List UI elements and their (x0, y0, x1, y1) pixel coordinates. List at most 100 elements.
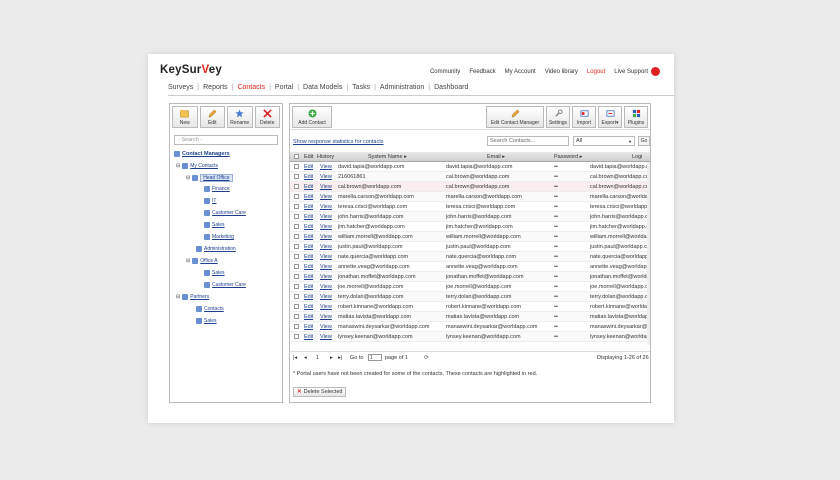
table-row[interactable]: Edit View robert.kinnane@worldapp.com rober… (290, 302, 650, 312)
row-view-link[interactable]: View (320, 214, 332, 220)
row-checkbox[interactable] (294, 174, 299, 179)
row-view-link[interactable]: View (320, 204, 332, 210)
row-view-link[interactable]: View (320, 304, 332, 310)
table-row[interactable]: Edit View lynsey.keenan@worldapp.com lynsey… (290, 332, 650, 342)
row-edit-link[interactable]: Edit (304, 174, 313, 180)
row-edit-link[interactable]: Edit (304, 324, 313, 330)
row-view-link[interactable]: View (320, 264, 332, 270)
keysurvey-logo[interactable]: KeySurVey (160, 64, 222, 76)
my-account-link[interactable]: My Account (505, 69, 536, 75)
row-checkbox[interactable] (294, 224, 299, 229)
tree-node-office-a-sales[interactable]: Sales (204, 270, 225, 276)
tree-node-my-contacts[interactable]: ⊟ My Contacts (176, 163, 218, 169)
select-all-checkbox[interactable] (294, 154, 299, 159)
nav-tasks[interactable]: Tasks (352, 84, 370, 91)
row-checkbox[interactable] (294, 284, 299, 289)
row-view-link[interactable]: View (320, 314, 332, 320)
nav-reports[interactable]: Reports (203, 84, 228, 91)
contacts-filter-select[interactable]: All ▼ (573, 136, 635, 146)
new-button[interactable]: New (172, 106, 198, 128)
row-checkbox[interactable] (294, 194, 299, 199)
tree-node-sales[interactable]: Sales (204, 222, 225, 228)
table-row[interactable]: Edit View justin.paul@worldapp.com justin.p… (290, 242, 650, 252)
row-checkbox[interactable] (294, 244, 299, 249)
row-checkbox[interactable] (294, 294, 299, 299)
edit-contact-manager-button[interactable]: Edit Contact Manager (486, 106, 544, 128)
nav-administration[interactable]: Administration (380, 84, 424, 91)
row-edit-link[interactable]: Edit (304, 314, 313, 320)
row-edit-link[interactable]: Edit (304, 204, 313, 210)
tree-node-office-a[interactable]: ⊟ Office A (186, 258, 218, 264)
row-checkbox[interactable] (294, 264, 299, 269)
row-edit-link[interactable]: Edit (304, 244, 313, 250)
tree-node-administration[interactable]: Administration (196, 246, 236, 252)
prev-page-icon[interactable]: ◂ (304, 355, 307, 361)
search-contacts-input[interactable]: Search Contacts... (487, 136, 569, 146)
tree-node-marketing[interactable]: Marketing (204, 234, 234, 240)
settings-button[interactable]: Settings (546, 106, 570, 128)
row-edit-link[interactable]: Edit (304, 294, 313, 300)
nav-contacts[interactable]: Contacts (237, 84, 265, 91)
tree-node-customer-care[interactable]: Customer Care (204, 210, 246, 216)
first-page-icon[interactable]: |◂ (293, 355, 297, 361)
delete-selected-button[interactable]: ✕ Delete Selected (293, 387, 347, 397)
table-row[interactable]: Edit View cal.brown@worldapp.com cal.brown@… (290, 182, 650, 192)
row-view-link[interactable]: View (320, 164, 332, 170)
plugins-button[interactable]: Plugins (624, 106, 648, 128)
table-row[interactable]: Edit View terry.dolan@worldapp.com terry.do… (290, 292, 650, 302)
row-edit-link[interactable]: Edit (304, 274, 313, 280)
row-view-link[interactable]: View (320, 334, 332, 340)
live-support-link[interactable]: Live Support (614, 67, 660, 76)
row-checkbox[interactable] (294, 324, 299, 329)
add-contact-button[interactable]: Add Contact (292, 106, 332, 128)
col-password[interactable]: Password ▸ (554, 154, 582, 160)
table-scrollbar[interactable] (647, 162, 650, 345)
row-view-link[interactable]: View (320, 274, 332, 280)
table-row[interactable]: Edit View 216061861 cal.brown@worldapp.com •… (290, 172, 650, 182)
row-edit-link[interactable]: Edit (304, 254, 313, 260)
row-view-link[interactable]: View (320, 234, 332, 240)
row-checkbox[interactable] (294, 274, 299, 279)
edit-button[interactable]: Edit (199, 106, 225, 128)
row-view-link[interactable]: View (320, 254, 332, 260)
table-row[interactable]: Edit View manaswini.deysarkar@worldapp.com… (290, 322, 650, 332)
row-view-link[interactable]: View (320, 184, 332, 190)
row-edit-link[interactable]: Edit (304, 224, 313, 230)
row-edit-link[interactable]: Edit (304, 284, 313, 290)
video-library-link[interactable]: Video library (545, 69, 578, 75)
col-system-name[interactable]: System Name ▸ (368, 154, 407, 160)
table-row[interactable]: Edit View marella.carson@worldapp.com marel… (290, 192, 650, 202)
table-row[interactable]: Edit View matias.lavista@worldapp.com matia… (290, 312, 650, 322)
page-number-input[interactable]: 1 (368, 354, 382, 361)
row-checkbox[interactable] (294, 204, 299, 209)
tree-node-partners[interactable]: ⊟ Partners (176, 294, 209, 300)
tree-node-finance[interactable]: Finance (204, 186, 230, 192)
tree-node-partners-sales[interactable]: Sales (196, 318, 217, 324)
table-row[interactable]: Edit View john.harris@worldapp.com john.har… (290, 212, 650, 222)
row-edit-link[interactable]: Edit (304, 234, 313, 240)
export-button[interactable]: Export▾ (598, 106, 622, 128)
table-row[interactable]: Edit View annette.veag@worldapp.com annette… (290, 262, 650, 272)
row-view-link[interactable]: View (320, 324, 332, 330)
row-view-link[interactable]: View (320, 284, 332, 290)
row-edit-link[interactable]: Edit (304, 304, 313, 310)
table-row[interactable]: Edit View jonathan.moffet@worldapp.com jona… (290, 272, 650, 282)
col-email[interactable]: Email ▸ (487, 154, 505, 160)
table-row[interactable]: Edit View nate.quercia@worldapp.com nate.qu… (290, 252, 650, 262)
row-edit-link[interactable]: Edit (304, 194, 313, 200)
table-row[interactable]: Edit View jim.hatcher@worldapp.com jim.hatc… (290, 222, 650, 232)
row-view-link[interactable]: View (320, 294, 332, 300)
row-checkbox[interactable] (294, 334, 299, 339)
row-checkbox[interactable] (294, 184, 299, 189)
nav-data-models[interactable]: Data Models (303, 84, 342, 91)
nav-surveys[interactable]: Surveys (168, 84, 193, 91)
table-row[interactable]: Edit View joe.morrell@worldapp.com joe.morr… (290, 282, 650, 292)
row-view-link[interactable]: View (320, 244, 332, 250)
table-row[interactable]: Edit View william.morrell@worldapp.com will… (290, 232, 650, 242)
row-edit-link[interactable]: Edit (304, 184, 313, 190)
row-checkbox[interactable] (294, 234, 299, 239)
delete-button[interactable]: Delete (254, 106, 280, 128)
table-row[interactable]: Edit View david.tapia@worldapp.com david.ta… (290, 162, 650, 172)
tree-node-office-a-customer-care[interactable]: Customer Care (204, 282, 246, 288)
community-link[interactable]: Community (430, 69, 460, 75)
